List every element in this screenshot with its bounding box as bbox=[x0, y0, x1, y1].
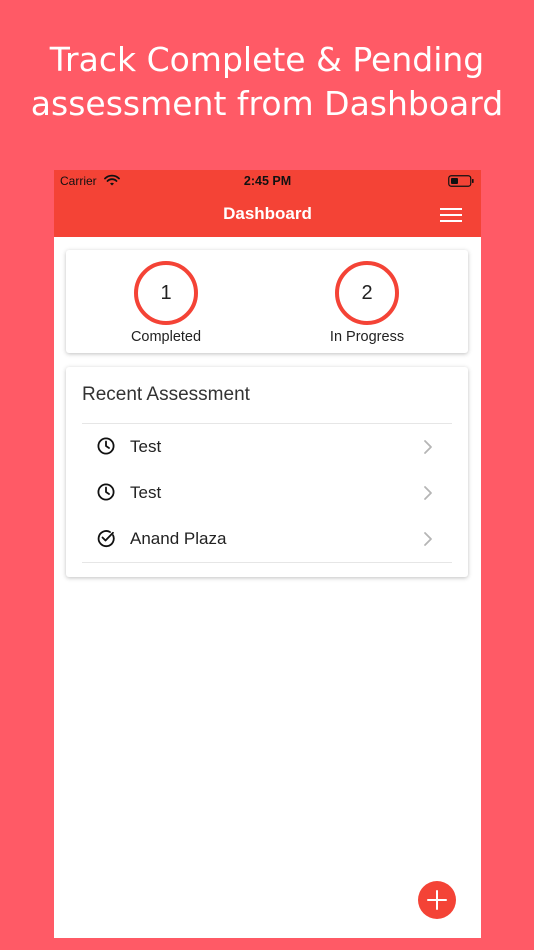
plus-icon bbox=[427, 890, 447, 910]
list-item-label: Test bbox=[130, 483, 162, 502]
chevron-right-icon bbox=[424, 486, 432, 500]
phone-screen: Carrier 2:45 PM Dashboard 1 Completed 2 … bbox=[54, 170, 481, 938]
recent-assessment-title: Recent Assessment bbox=[82, 384, 250, 405]
list-item[interactable]: Test bbox=[82, 470, 452, 516]
in-progress-label: In Progress bbox=[329, 329, 405, 345]
recent-assessment-list: Test Test Anand Plaza bbox=[82, 424, 452, 563]
chevron-right-icon bbox=[424, 532, 432, 546]
stats-card: 1 Completed 2 In Progress bbox=[66, 250, 468, 353]
completed-count-circle: 1 bbox=[134, 261, 198, 325]
promo-headline: Track Complete & Pending assessment from… bbox=[0, 38, 534, 126]
page-title: Dashboard bbox=[223, 204, 312, 223]
hamburger-menu-icon[interactable] bbox=[434, 204, 468, 226]
clock-icon bbox=[97, 437, 115, 455]
battery-icon bbox=[448, 175, 474, 187]
chevron-right-icon bbox=[424, 440, 432, 454]
list-item-label: Anand Plaza bbox=[130, 529, 227, 548]
promo-headline-line2: assessment from Dashboard bbox=[30, 84, 504, 123]
add-assessment-button[interactable] bbox=[418, 881, 456, 919]
recent-assessment-card: Recent Assessment Test Test Anand Plaza bbox=[66, 367, 468, 577]
completed-label: Completed bbox=[130, 329, 202, 345]
list-item[interactable]: Anand Plaza bbox=[82, 516, 452, 563]
status-bar: Carrier 2:45 PM bbox=[54, 170, 481, 192]
nav-bar: Dashboard bbox=[54, 192, 481, 237]
list-item-label: Test bbox=[130, 437, 162, 456]
stat-in-progress[interactable]: 2 In Progress bbox=[297, 261, 437, 345]
list-item[interactable]: Test bbox=[82, 424, 452, 470]
status-time: 2:45 PM bbox=[243, 174, 292, 188]
check-circle-icon bbox=[97, 530, 115, 548]
clock-icon bbox=[97, 483, 115, 501]
stat-completed[interactable]: 1 Completed bbox=[96, 261, 236, 345]
promo-headline-line1: Track Complete & Pending bbox=[49, 40, 485, 79]
in-progress-count-circle: 2 bbox=[335, 261, 399, 325]
